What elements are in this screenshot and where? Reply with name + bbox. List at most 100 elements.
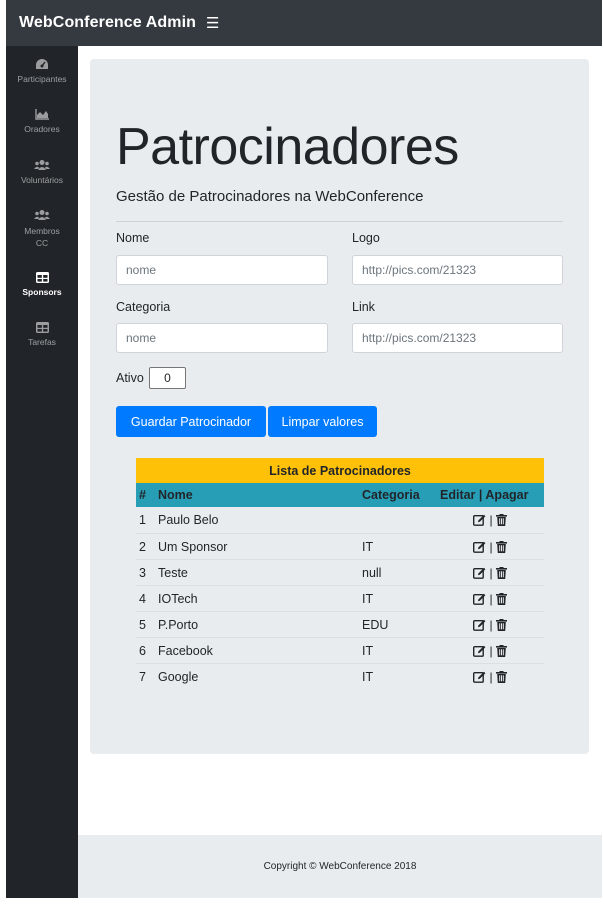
brand-title[interactable]: WebConference Admin [19, 14, 196, 32]
edit-icon[interactable] [473, 593, 486, 605]
row-actions: | [436, 540, 544, 554]
trash-icon[interactable] [495, 566, 507, 579]
row-num: 6 [139, 643, 146, 658]
table-icon [35, 272, 49, 283]
nome-label: Nome [116, 231, 150, 245]
action-separator: | [489, 643, 493, 658]
row-actions: | [436, 644, 544, 658]
trash-icon[interactable] [495, 670, 507, 683]
header-category: Categoria [362, 488, 420, 502]
trash-icon[interactable] [495, 618, 507, 631]
row-category: IT [362, 539, 374, 554]
edit-icon[interactable] [473, 619, 486, 631]
table-row: 4 IOTech IT | [136, 585, 544, 611]
ativo-input[interactable] [149, 367, 186, 389]
table-row: 5 P.Porto EDU | [136, 611, 544, 637]
edit-icon[interactable] [473, 567, 486, 579]
header-num: # [139, 488, 146, 502]
row-num: 4 [139, 591, 146, 606]
categoria-label: Categoria [116, 300, 171, 314]
sidebar-item-label: Voluntários [20, 175, 64, 185]
action-separator: | [489, 565, 493, 580]
sidebar-item-oradores[interactable]: Oradores [6, 109, 78, 134]
sidebar-item-membros-cc[interactable]: Membros CC [6, 209, 78, 249]
row-name: Paulo Belo [158, 513, 219, 527]
table-row: 6 Facebook IT | [136, 637, 544, 663]
row-name: Google [158, 669, 199, 684]
users-icon [34, 210, 50, 220]
row-actions: | [436, 592, 544, 606]
table-header: # Nome Categoria Editar | Apagar [136, 483, 544, 507]
row-num: 1 [139, 513, 146, 527]
sidebar-item-label: Oradores [24, 124, 60, 134]
sidebar: Participantes Oradores Voluntários Membr… [6, 46, 78, 898]
ativo-label: Ativo [116, 371, 144, 385]
row-actions: | [436, 618, 544, 632]
row-name: Teste [158, 565, 188, 580]
row-actions: | [436, 566, 544, 580]
row-num: 3 [139, 565, 146, 580]
header-name: Nome [158, 488, 193, 502]
footer: Copyright © WebConference 2018 [78, 835, 602, 898]
trash-icon[interactable] [495, 644, 507, 657]
save-sponsor-button[interactable]: Guardar Patrocinador [116, 406, 266, 437]
action-separator: | [489, 591, 493, 606]
sponsors-table: Lista de Patrocinadores # Nome Categoria… [136, 458, 544, 689]
row-name: IOTech [158, 591, 198, 606]
action-separator: | [489, 513, 493, 527]
edit-icon[interactable] [473, 541, 486, 553]
edit-icon[interactable] [473, 645, 486, 657]
row-category: null [362, 565, 382, 580]
action-separator: | [489, 617, 493, 632]
link-label: Link [352, 300, 375, 314]
hamburger-icon[interactable]: ☰ [206, 14, 219, 32]
table-row: 3 Teste null | [136, 559, 544, 585]
action-separator: | [489, 669, 493, 684]
trash-icon[interactable] [495, 540, 507, 553]
nome-input[interactable] [116, 255, 328, 285]
main-jumbotron: Patrocinadores Gestão de Patrocinadores … [90, 59, 589, 754]
sidebar-item-label: Participantes [17, 74, 67, 84]
table-icon [35, 322, 49, 333]
row-category: IT [362, 591, 374, 606]
row-category: IT [362, 669, 374, 684]
sidebar-item-label: Sponsors [22, 287, 62, 297]
top-navbar: WebConference Admin ☰ [6, 0, 602, 46]
speedometer-icon [36, 59, 48, 69]
sidebar-item-tarefas[interactable]: Tarefas [6, 322, 78, 347]
action-separator: | [489, 539, 493, 554]
row-num: 7 [139, 669, 146, 684]
table-row: 2 Um Sponsor IT | [136, 533, 544, 559]
table-title: Lista de Patrocinadores [136, 458, 544, 483]
app-window: WebConference Admin ☰ Participantes Orad… [6, 0, 602, 898]
row-num: 5 [139, 617, 146, 632]
table-row: 7 Google IT | [136, 663, 544, 689]
table-row: 1 Paulo Belo | [136, 507, 544, 533]
table-body: 1 Paulo Belo | 2 Um Sponsor IT | 3 Teste null | 4 IO… [136, 507, 544, 689]
row-name: P.Porto [158, 617, 199, 632]
area-chart-icon [35, 109, 49, 120]
trash-icon[interactable] [495, 592, 507, 605]
edit-icon[interactable] [473, 671, 486, 683]
users-icon [34, 160, 50, 170]
copyright-text: Copyright © WebConference 2018 [263, 861, 417, 872]
clear-values-button[interactable]: Limpar valores [268, 406, 377, 437]
row-num: 2 [139, 539, 146, 554]
logo-input[interactable] [352, 255, 563, 285]
sidebar-item-label: Tarefas [28, 337, 56, 347]
row-category: IT [362, 643, 374, 658]
categoria-input[interactable] [116, 323, 328, 353]
sidebar-item-voluntarios[interactable]: Voluntários [6, 159, 78, 185]
header-actions: Editar | Apagar [440, 488, 529, 502]
page-subtitle: Gestão de Patrocinadores na WebConferenc… [116, 188, 424, 205]
logo-label: Logo [352, 231, 380, 245]
trash-icon[interactable] [495, 514, 507, 526]
row-category: EDU [362, 617, 389, 632]
sidebar-item-label: Membros CC [24, 226, 60, 248]
sidebar-item-sponsors[interactable]: Sponsors [6, 272, 78, 297]
sidebar-item-participantes[interactable]: Participantes [6, 58, 78, 84]
link-input[interactable] [352, 323, 563, 353]
row-name: Um Sponsor [158, 539, 228, 554]
row-actions: | [436, 513, 544, 527]
edit-icon[interactable] [473, 514, 486, 526]
